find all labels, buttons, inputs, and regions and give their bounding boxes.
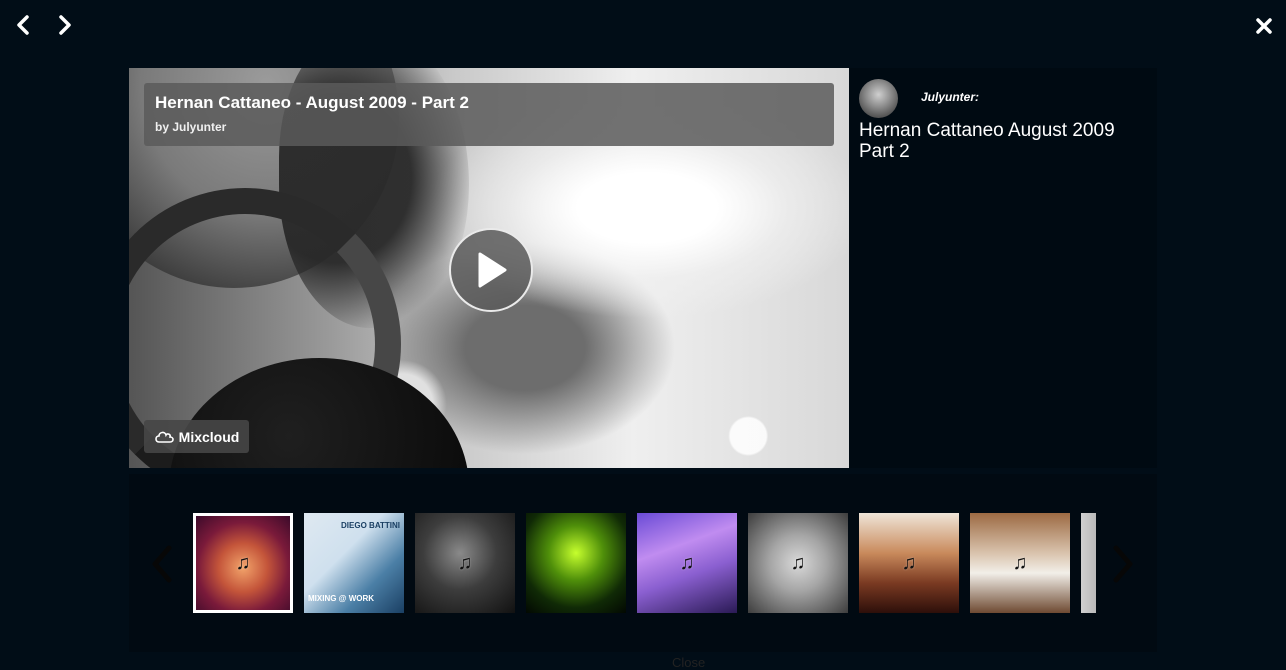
play-button[interactable] [449,228,533,312]
thumbnail-carousel: ♫ DIEGO BATTINI MIXING @ WORK ♫ ♫ ♫ ♫ ♫ [129,474,1157,652]
chevron-left-icon [152,545,172,583]
thumbnail-item[interactable]: ♫ [415,513,515,613]
mixcloud-player[interactable]: Hernan Cattaneo - August 2009 - Part 2 b… [129,68,849,468]
music-note-icon: ♫ [790,551,806,574]
thumbnail-item[interactable]: ♫ [748,513,848,613]
close-link[interactable]: Close [672,655,705,670]
avatar[interactable] [859,79,898,118]
username[interactable]: Julyunter: [921,90,979,104]
carousel-prev-button[interactable] [149,544,175,584]
close-button[interactable] [1251,13,1277,39]
track-byline[interactable]: by Julyunter [155,120,226,134]
thumbnail-item[interactable] [1081,513,1096,613]
prev-button[interactable] [10,12,36,38]
chevron-right-icon [1113,545,1133,583]
thumbnail-caption: MIXING @ WORK [308,594,375,603]
chevron-right-icon [59,15,71,35]
carousel-next-button[interactable] [1110,544,1136,584]
music-note-icon: ♫ [235,551,251,574]
close-icon [1256,18,1272,34]
thumbnail-item[interactable]: DIEGO BATTINI MIXING @ WORK [304,513,404,613]
track-description: Hernan Cattaneo August 2009 Part 2 [859,120,1115,162]
thumbnail-item[interactable] [526,513,626,613]
track-title[interactable]: Hernan Cattaneo - August 2009 - Part 2 [155,93,469,113]
thumbnail-item[interactable]: ♫ [859,513,959,613]
track-title-box: Hernan Cattaneo - August 2009 - Part 2 b… [144,83,834,146]
play-icon [478,252,507,288]
thumbnail-caption: DIEGO BATTINI [341,521,400,530]
lightbox-stage: Hernan Cattaneo - August 2009 - Part 2 b… [129,68,1157,468]
music-note-icon: ♫ [901,551,917,574]
next-button[interactable] [52,12,78,38]
mixcloud-label: Mixcloud [178,428,240,445]
mixcloud-badge[interactable]: Mixcloud [144,420,249,453]
info-panel: Julyunter: Hernan Cattaneo August 2009 P… [849,68,1157,468]
music-note-icon: ♫ [457,551,473,574]
music-note-icon: ♫ [1012,551,1028,574]
thumbnail-item[interactable]: ♫ [970,513,1070,613]
thumbnail-item[interactable]: ♫ [193,513,293,613]
thumbnail-strip: ♫ DIEGO BATTINI MIXING @ WORK ♫ ♫ ♫ ♫ ♫ [193,513,1096,613]
music-note-icon: ♫ [679,551,695,574]
thumbnail-item[interactable]: ♫ [637,513,737,613]
chevron-left-icon [17,15,29,35]
cloud-icon [154,431,174,443]
